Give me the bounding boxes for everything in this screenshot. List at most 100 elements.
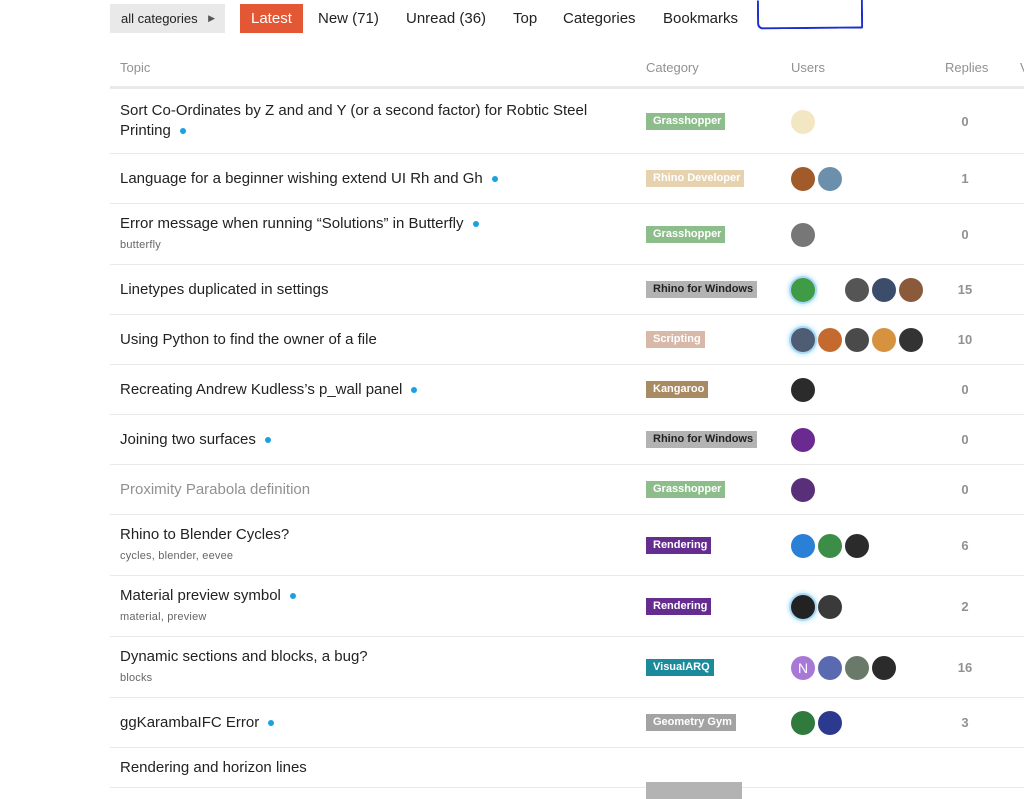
topic-row[interactable]: ggKarambaIFC Error Geometry Gym 3: [110, 698, 1024, 748]
reply-count[interactable]: 0: [940, 432, 990, 447]
reply-count[interactable]: 16: [940, 660, 990, 675]
photo-avatar[interactable]: [845, 656, 869, 680]
category-badge[interactable]: Rendering: [646, 537, 712, 554]
topic-tags[interactable]: material, preview: [120, 611, 207, 623]
topic-title-link[interactable]: Material preview symbol: [120, 586, 600, 606]
topic-title-text[interactable]: Language for a beginner wishing extend U…: [120, 170, 483, 187]
pixel-avatar[interactable]: [818, 656, 842, 680]
col-users[interactable]: Users: [791, 60, 825, 75]
cookie-avatar[interactable]: [872, 328, 896, 352]
topic-title-link[interactable]: Linetypes duplicated in settings: [120, 280, 600, 300]
category-badge[interactable]: VisualARQ: [646, 659, 714, 676]
photo-avatar[interactable]: [845, 328, 869, 352]
topic-tags[interactable]: butterfly: [120, 239, 161, 251]
category-badge[interactable]: Grasshopper: [646, 481, 726, 498]
reply-count[interactable]: 0: [940, 482, 990, 497]
reply-count[interactable]: 15: [940, 282, 990, 297]
photo-avatar[interactable]: [872, 278, 896, 302]
topic-title-text[interactable]: Linetypes duplicated in settings: [120, 281, 328, 298]
topic-title-link[interactable]: Joining two surfaces: [120, 430, 600, 450]
tab-categories[interactable]: Categories: [563, 4, 636, 33]
category-badge[interactable]: Geometry Gym: [646, 714, 736, 731]
portrait-avatar[interactable]: [791, 595, 815, 619]
reply-count[interactable]: 10: [940, 332, 990, 347]
tab-latest[interactable]: Latest: [240, 4, 303, 33]
pixel-avatar[interactable]: [818, 711, 842, 735]
person-avatar[interactable]: [818, 595, 842, 619]
topic-title-link[interactable]: Error message when running “Solutions” i…: [120, 214, 600, 234]
cartoon-avatar[interactable]: [899, 328, 923, 352]
landscape-avatar[interactable]: [818, 167, 842, 191]
topic-title-text[interactable]: Error message when running “Solutions” i…: [120, 215, 464, 232]
reply-count[interactable]: 1: [940, 171, 990, 186]
pixel-avatar[interactable]: [791, 711, 815, 735]
figure-avatar[interactable]: [818, 278, 842, 302]
topic-row[interactable]: Recreating Andrew Kudless’s p_wall panel…: [110, 365, 1024, 415]
letter-avatar[interactable]: N: [791, 656, 815, 680]
tab-new[interactable]: New (71): [318, 4, 379, 33]
topic-title-text[interactable]: Using Python to find the owner of a file: [120, 331, 377, 348]
blue-avatar[interactable]: [791, 534, 815, 558]
tab-unread[interactable]: Unread (36): [406, 4, 486, 33]
topic-row[interactable]: Language for a beginner wishing extend U…: [110, 154, 1024, 204]
topic-title-link[interactable]: Rendering and horizon lines: [120, 758, 600, 778]
topic-title-text[interactable]: Sort Co-Ordinates by Z and and Y (or a s…: [120, 102, 587, 139]
topic-title-link[interactable]: Using Python to find the owner of a file: [120, 330, 600, 350]
topic-row[interactable]: Proximity Parabola definition Grasshopper…: [110, 465, 1024, 515]
category-badge[interactable]: Grasshopper: [646, 226, 726, 243]
pixel-avatar[interactable]: [791, 478, 815, 502]
topic-title-link[interactable]: Recreating Andrew Kudless’s p_wall panel: [120, 380, 600, 400]
col-topic[interactable]: Topic: [120, 60, 150, 75]
category-dropdown[interactable]: all categories ▶: [110, 4, 225, 33]
topic-row[interactable]: Dynamic sections and blocks, a bug? block…: [110, 637, 1024, 698]
topic-row[interactable]: Sort Co-Ordinates by Z and and Y (or a s…: [110, 89, 1024, 154]
reply-count[interactable]: 6: [940, 538, 990, 553]
category-badge[interactable]: [646, 782, 742, 799]
category-badge[interactable]: Rhino for Windows: [646, 281, 758, 298]
topic-row[interactable]: Joining two surfaces Rhino for Windows 0: [110, 415, 1024, 465]
pixel-avatar[interactable]: [791, 428, 815, 452]
category-badge[interactable]: Kangaroo: [646, 381, 709, 398]
topic-title-link[interactable]: Rhino to Blender Cycles?: [120, 525, 600, 545]
topic-title-text[interactable]: ggKarambaIFC Error: [120, 714, 259, 731]
topic-title-link[interactable]: Sort Co-Ordinates by Z and and Y (or a s…: [120, 101, 600, 141]
col-category[interactable]: Category: [646, 60, 699, 75]
topic-title-link[interactable]: Language for a beginner wishing extend U…: [120, 169, 600, 189]
robot-avatar[interactable]: [791, 110, 815, 134]
topic-tags[interactable]: cycles, blender, eevee: [120, 550, 233, 562]
person-avatar[interactable]: [872, 656, 896, 680]
category-badge[interactable]: Rhino for Windows: [646, 431, 758, 448]
topic-tags[interactable]: blocks: [120, 672, 152, 684]
topic-row[interactable]: Rhino to Blender Cycles? cycles, blender,…: [110, 515, 1024, 576]
reply-count[interactable]: 0: [940, 114, 990, 129]
pixel-avatar[interactable]: [818, 534, 842, 558]
category-badge[interactable]: Grasshopper: [646, 113, 726, 130]
reply-count[interactable]: 2: [940, 599, 990, 614]
person-avatar[interactable]: [791, 223, 815, 247]
reply-count[interactable]: 0: [940, 227, 990, 242]
topic-title-text[interactable]: Material preview symbol: [120, 587, 281, 604]
horn-avatar[interactable]: [818, 328, 842, 352]
tab-top[interactable]: Top: [513, 4, 537, 33]
photo-avatar[interactable]: [899, 278, 923, 302]
person-avatar[interactable]: [845, 534, 869, 558]
topic-title-text[interactable]: Rendering and horizon lines: [120, 759, 307, 776]
topic-title-link[interactable]: Dynamic sections and blocks, a bug?: [120, 647, 600, 667]
topic-title-link[interactable]: ggKarambaIFC Error: [120, 713, 600, 733]
category-badge[interactable]: Rendering: [646, 598, 712, 615]
tab-bookmarks[interactable]: Bookmarks: [663, 4, 738, 33]
col-views[interactable]: V: [1020, 60, 1024, 75]
person-avatar[interactable]: [791, 378, 815, 402]
category-badge[interactable]: Scripting: [646, 331, 705, 348]
photo-avatar[interactable]: [845, 278, 869, 302]
col-replies[interactable]: Replies: [945, 60, 988, 75]
topic-row[interactable]: Material preview symbol material, preview…: [110, 576, 1024, 637]
topic-title-text[interactable]: Dynamic sections and blocks, a bug?: [120, 648, 368, 665]
topic-title-text[interactable]: Joining two surfaces: [120, 431, 256, 448]
pixel-face-avatar[interactable]: [791, 167, 815, 191]
topic-row[interactable]: Linetypes duplicated in settings Rhino fo…: [110, 265, 1024, 315]
topic-row[interactable]: Rendering and horizon lines: [110, 748, 1024, 799]
topic-title-text[interactable]: Recreating Andrew Kudless’s p_wall panel: [120, 381, 402, 398]
reply-count[interactable]: 0: [940, 382, 990, 397]
topic-title-text[interactable]: Proximity Parabola definition: [120, 481, 310, 498]
